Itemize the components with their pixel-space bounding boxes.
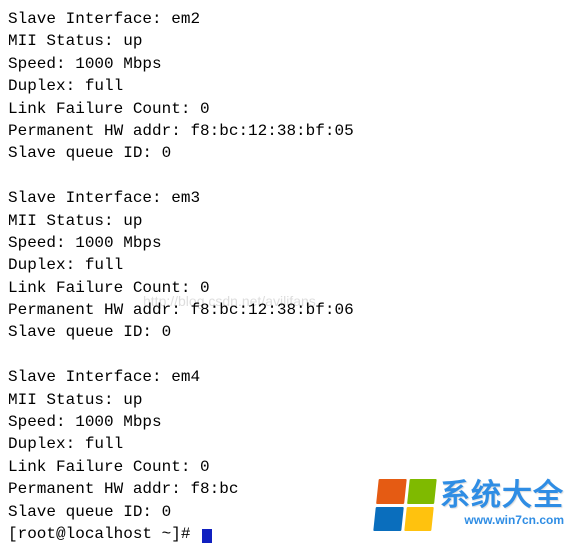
- label: Duplex:: [8, 256, 75, 274]
- value: 1000 Mbps: [75, 413, 161, 431]
- terminal-blank-line: [8, 344, 564, 366]
- label: Slave Interface:: [8, 10, 162, 28]
- terminal-line: Permanent HW addr: f8:bc:12:38:bf:06: [8, 299, 564, 321]
- terminal-line: Slave queue ID: 0: [8, 321, 564, 343]
- label: Permanent HW addr:: [8, 480, 181, 498]
- label: Link Failure Count:: [8, 100, 190, 118]
- terminal-line: Duplex: full: [8, 433, 564, 455]
- value: em3: [171, 189, 200, 207]
- label: Permanent HW addr:: [8, 122, 181, 140]
- label: Slave Interface:: [8, 368, 162, 386]
- value: up: [123, 391, 142, 409]
- value: 0: [200, 458, 210, 476]
- value: 1000 Mbps: [75, 55, 161, 73]
- value: full: [85, 256, 123, 274]
- label: MII Status:: [8, 391, 114, 409]
- label: Duplex:: [8, 435, 75, 453]
- value: full: [85, 77, 123, 95]
- terminal-line: Slave Interface: em2: [8, 8, 564, 30]
- label: Speed:: [8, 413, 66, 431]
- value: 0: [200, 279, 210, 297]
- terminal-line: Speed: 1000 Mbps: [8, 411, 564, 433]
- terminal-line: Slave Interface: em4: [8, 366, 564, 388]
- terminal-line: MII Status: up: [8, 210, 564, 232]
- value: 0: [200, 100, 210, 118]
- terminal-line: Duplex: full: [8, 75, 564, 97]
- terminal-line: MII Status: up: [8, 30, 564, 52]
- terminal-line: Duplex: full: [8, 254, 564, 276]
- value: 0: [162, 503, 172, 521]
- value: up: [123, 32, 142, 50]
- label: Speed:: [8, 234, 66, 252]
- value: 1000 Mbps: [75, 234, 161, 252]
- terminal-blank-line: [8, 165, 564, 187]
- terminal-line: Speed: 1000 Mbps: [8, 232, 564, 254]
- terminal-line: Link Failure Count: 0: [8, 456, 564, 478]
- label: Speed:: [8, 55, 66, 73]
- terminal-line: Slave Interface: em3: [8, 187, 564, 209]
- label: Link Failure Count:: [8, 279, 190, 297]
- value: 0: [162, 144, 172, 162]
- value: up: [123, 212, 142, 230]
- terminal-line: Link Failure Count: 0: [8, 98, 564, 120]
- terminal-line: MII Status: up: [8, 389, 564, 411]
- terminal-line: Speed: 1000 Mbps: [8, 53, 564, 75]
- label: Permanent HW addr:: [8, 301, 181, 319]
- label: Duplex:: [8, 77, 75, 95]
- label: Link Failure Count:: [8, 458, 190, 476]
- value: 0: [162, 323, 172, 341]
- label: Slave queue ID:: [8, 144, 152, 162]
- value: f8:bc: [190, 480, 238, 498]
- label: MII Status:: [8, 212, 114, 230]
- value: f8:bc:12:38:bf:06: [190, 301, 353, 319]
- terminal-line: Permanent HW addr: f8:bc:12:38:bf:05: [8, 120, 564, 142]
- terminal-line: Link Failure Count: 0: [8, 277, 564, 299]
- label: Slave queue ID:: [8, 323, 152, 341]
- terminal-line: Slave queue ID: 0: [8, 142, 564, 164]
- value: em4: [171, 368, 200, 386]
- label: MII Status:: [8, 32, 114, 50]
- value: f8:bc:12:38:bf:05: [190, 122, 353, 140]
- terminal-line: Permanent HW addr: f8:bc: [8, 478, 564, 500]
- label: Slave queue ID:: [8, 503, 152, 521]
- terminal-line: Slave queue ID: 0: [8, 501, 564, 523]
- label: Slave Interface:: [8, 189, 162, 207]
- prompt: [root@localhost ~]#: [8, 525, 190, 543]
- terminal-prompt-line[interactable]: [root@localhost ~]#: [8, 523, 564, 545]
- value: em2: [171, 10, 200, 28]
- terminal-output: http://blog.csdn.net/avilifans Slave Int…: [8, 8, 564, 545]
- cursor-icon: [202, 529, 212, 543]
- value: full: [85, 435, 123, 453]
